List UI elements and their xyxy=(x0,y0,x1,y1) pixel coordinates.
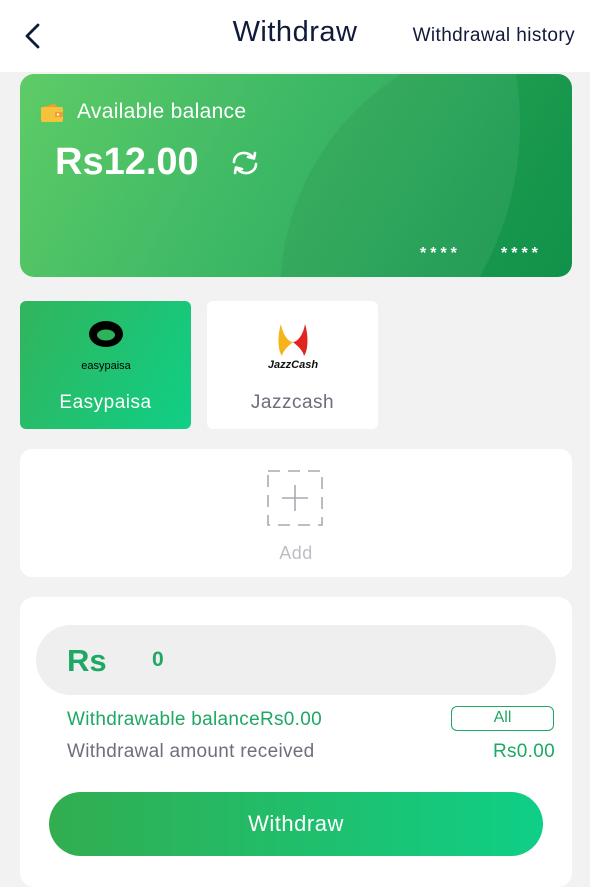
withdrawable-balance: Withdrawable balanceRs0.00 xyxy=(67,709,322,730)
method-easypaisa[interactable]: easypaisa Easypaisa xyxy=(20,301,191,429)
balance-card: Available balance Rs12.00 **** **** xyxy=(20,74,572,277)
wallet-icon xyxy=(41,103,63,122)
withdrawal-history-link[interactable]: Withdrawal history xyxy=(413,25,575,47)
method-label: Jazzcash xyxy=(250,392,335,413)
amount-received-value: Rs0.00 xyxy=(492,741,555,762)
withdraw-button[interactable]: Withdraw xyxy=(49,792,543,856)
jazzcash-logo-text: JazzCash xyxy=(267,359,317,371)
amount-input[interactable] xyxy=(146,641,532,679)
amount-field[interactable]: Rs xyxy=(36,625,556,695)
jazzcash-logo: JazzCash xyxy=(267,324,318,371)
card-number-mask: **** xyxy=(501,245,542,262)
currency-symbol: Rs xyxy=(67,643,107,678)
easypaisa-logo-text: easypaisa xyxy=(81,360,131,372)
add-method-label: Add xyxy=(279,543,313,563)
withdraw-all-button[interactable]: All xyxy=(451,706,554,731)
easypaisa-logo: easypaisa xyxy=(81,321,131,372)
card-number-mask: **** xyxy=(420,245,461,262)
available-balance-amount: Rs12.00 xyxy=(55,141,199,183)
refresh-icon[interactable] xyxy=(228,150,262,176)
amount-received-label: Withdrawal amount received xyxy=(67,741,315,762)
method-jazzcash[interactable]: JazzCash Jazzcash xyxy=(207,301,378,429)
add-icon xyxy=(267,470,323,526)
add-method-card[interactable]: Add xyxy=(20,449,572,577)
header-bar: Withdraw Withdrawal history xyxy=(0,0,590,72)
available-balance-label: Available balance xyxy=(77,100,247,123)
withdraw-form: Rs Withdrawable balanceRs0.00 All Withdr… xyxy=(20,597,572,887)
method-label: Easypaisa xyxy=(59,392,152,413)
